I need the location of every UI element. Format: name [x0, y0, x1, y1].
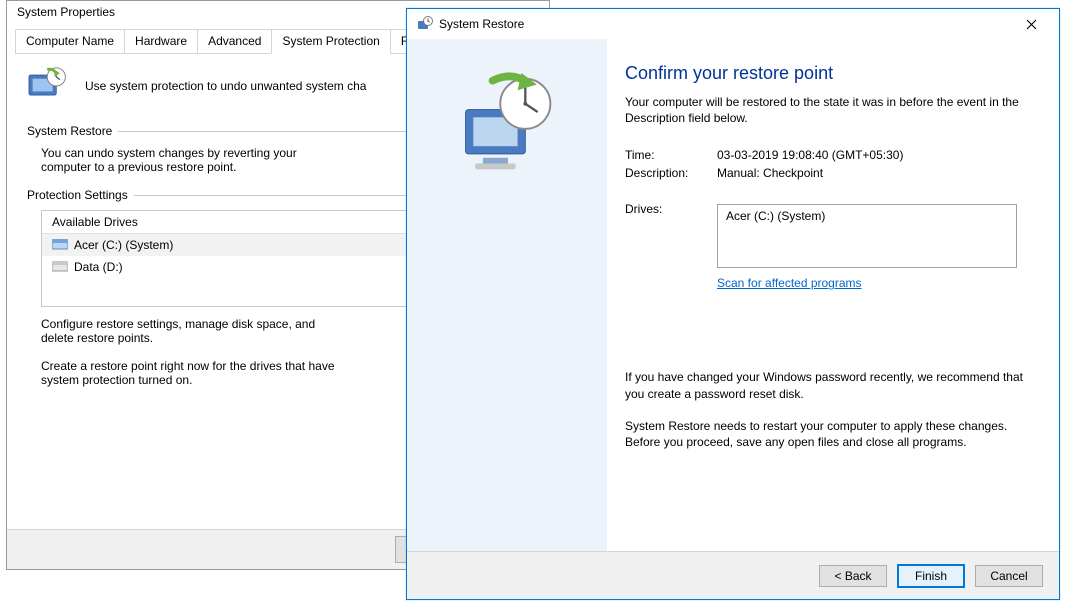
- system-restore-icon: [454, 69, 560, 181]
- window-title: System Restore: [439, 17, 524, 31]
- tab-system-protection[interactable]: System Protection: [271, 29, 390, 54]
- wizard-subtext: Your computer will be restored to the st…: [625, 94, 1033, 126]
- drive-name: Acer (C:) (System): [74, 238, 173, 252]
- group-system-restore: System Restore: [27, 124, 112, 138]
- restart-note: System Restore needs to restart your com…: [625, 418, 1033, 450]
- drive-name: Data (D:): [74, 260, 123, 274]
- scan-affected-programs-link[interactable]: Scan for affected programs: [717, 276, 862, 291]
- password-note: If you have changed your Windows passwor…: [625, 369, 1033, 401]
- back-button[interactable]: < Back: [819, 565, 887, 587]
- drive-entry: Acer (C:) (System): [726, 209, 825, 223]
- create-description: Create a restore point right now for the…: [41, 359, 341, 387]
- description-label: Description:: [625, 166, 717, 180]
- close-icon: [1026, 19, 1037, 30]
- time-label: Time:: [625, 148, 717, 162]
- system-protection-icon: [27, 66, 71, 106]
- system-restore-window: System Restore Confirm your restore po: [406, 8, 1060, 600]
- description-value: Manual: Checkpoint: [717, 166, 1033, 180]
- time-value: 03-03-2019 19:08:40 (GMT+05:30): [717, 148, 1033, 162]
- drive-icon: [52, 261, 68, 273]
- tab-hardware[interactable]: Hardware: [124, 29, 198, 53]
- tab-advanced[interactable]: Advanced: [197, 29, 272, 53]
- drives-list: Acer (C:) (System): [717, 204, 1017, 268]
- restore-title-icon: [417, 16, 433, 32]
- intro-text: Use system protection to undo unwanted s…: [85, 79, 366, 93]
- close-button[interactable]: [1013, 12, 1049, 36]
- group-protection-settings: Protection Settings: [27, 188, 128, 202]
- wizard-heading: Confirm your restore point: [625, 63, 1033, 84]
- col-available-drives: Available Drives: [42, 211, 410, 233]
- tab-computer-name[interactable]: Computer Name: [15, 29, 125, 53]
- drive-icon: [52, 239, 68, 251]
- wizard-sidebar: [407, 39, 607, 551]
- configure-description: Configure restore settings, manage disk …: [41, 317, 341, 345]
- drives-label: Drives:: [625, 202, 717, 216]
- restore-description: You can undo system changes by reverting…: [41, 146, 341, 174]
- cancel-button[interactable]: Cancel: [975, 565, 1043, 587]
- finish-button[interactable]: Finish: [897, 564, 965, 588]
